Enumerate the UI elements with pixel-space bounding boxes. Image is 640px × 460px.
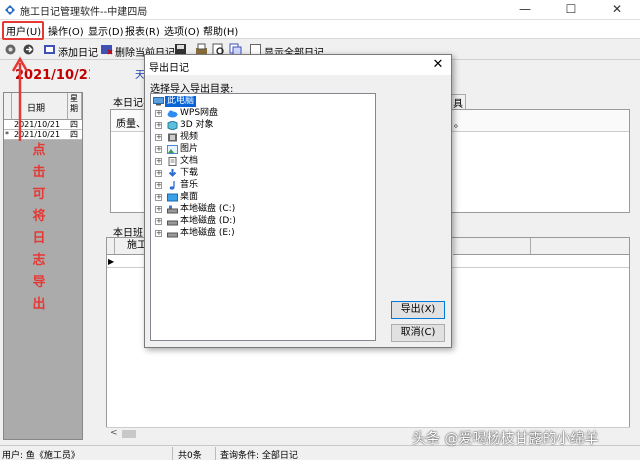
app-icon xyxy=(5,5,15,15)
expand-icon[interactable]: + xyxy=(155,110,162,117)
status-query: 查询条件: 全部日记 xyxy=(220,451,298,460)
annotation-text: 点 击 可 将 日 志 导 出 xyxy=(32,143,46,312)
add-diary-button[interactable]: 添加日记 xyxy=(58,44,98,59)
expand-icon[interactable]: + xyxy=(155,206,162,213)
scroll-left-icon[interactable]: < xyxy=(110,428,118,438)
grid-header-weekday[interactable]: 星期 xyxy=(68,93,82,120)
window-title: 施工日记管理软件--中建四局 xyxy=(20,7,148,18)
shift-col-header[interactable] xyxy=(531,238,629,255)
status-user: 用户: 鱼《施工员》 xyxy=(2,451,80,460)
minimize-button[interactable]: — xyxy=(502,0,548,20)
menu-operation[interactable]: 操作(O) xyxy=(48,23,84,38)
dialog-title: 导出日记 xyxy=(149,63,189,74)
maximize-button[interactable]: ☐ xyxy=(548,0,594,20)
video-icon xyxy=(168,133,177,142)
cube-icon xyxy=(167,121,178,130)
menu-display[interactable]: 显示(D) xyxy=(88,23,124,38)
export-dialog: 导出日记 ✕ 选择导入导出目录: 此电脑 + WPS网盘 + 3D 对象 + 视… xyxy=(144,54,452,348)
cloud-icon xyxy=(167,110,178,118)
expand-icon[interactable]: + xyxy=(155,158,162,165)
delete-diary-icon[interactable] xyxy=(99,42,114,57)
folder-tree[interactable]: 此电脑 + WPS网盘 + 3D 对象 + 视频 + 图片 + 文档 + 下载 … xyxy=(150,93,376,341)
computer-icon xyxy=(153,97,164,106)
export-button[interactable]: 导出(X) xyxy=(391,301,445,319)
expand-icon[interactable]: + xyxy=(155,194,162,201)
menu-report[interactable]: 报表(R) xyxy=(125,23,160,38)
watermark: 头条 @爱喝杨枝甘露的小绵羊 xyxy=(412,431,599,447)
picture-icon xyxy=(167,145,178,154)
drive-icon xyxy=(167,220,178,226)
expand-icon[interactable]: + xyxy=(155,170,162,177)
desktop-icon xyxy=(167,193,178,202)
expand-icon[interactable]: + xyxy=(155,122,162,129)
expand-icon[interactable]: + xyxy=(155,146,162,153)
music-icon xyxy=(169,181,175,190)
row-pointer-icon: ▶ xyxy=(108,257,115,266)
expand-icon[interactable]: + xyxy=(155,134,162,141)
add-diary-icon[interactable] xyxy=(42,42,57,57)
expand-icon[interactable]: + xyxy=(155,182,162,189)
scroll-thumb[interactable] xyxy=(122,430,136,438)
expand-icon[interactable]: + xyxy=(155,218,162,225)
expand-icon[interactable]: + xyxy=(155,230,162,237)
status-count: 共0条 xyxy=(178,451,202,460)
close-window-button[interactable]: ✕ xyxy=(594,0,640,20)
title-bar: 施工日记管理软件--中建四局 — ☐ ✕ xyxy=(0,0,640,20)
menu-help[interactable]: 帮助(H) xyxy=(203,23,238,38)
cancel-button[interactable]: 取消(C) xyxy=(391,324,445,342)
dialog-title-bar: 导出日记 ✕ xyxy=(145,55,451,75)
drive-icon xyxy=(167,232,178,238)
menu-options[interactable]: 选项(O) xyxy=(164,23,200,38)
annotation-highlight-box xyxy=(2,21,44,40)
annotation-arrow xyxy=(11,56,29,141)
menu-bar: 用户(U) 操作(O) 显示(D) 报表(R) 选项(O) 帮助(H) xyxy=(0,20,640,39)
shift-col-header[interactable] xyxy=(453,238,531,255)
document-icon xyxy=(168,157,177,166)
download-icon xyxy=(168,169,177,177)
drive-icon xyxy=(167,205,178,214)
dialog-close-button[interactable]: ✕ xyxy=(429,56,447,74)
